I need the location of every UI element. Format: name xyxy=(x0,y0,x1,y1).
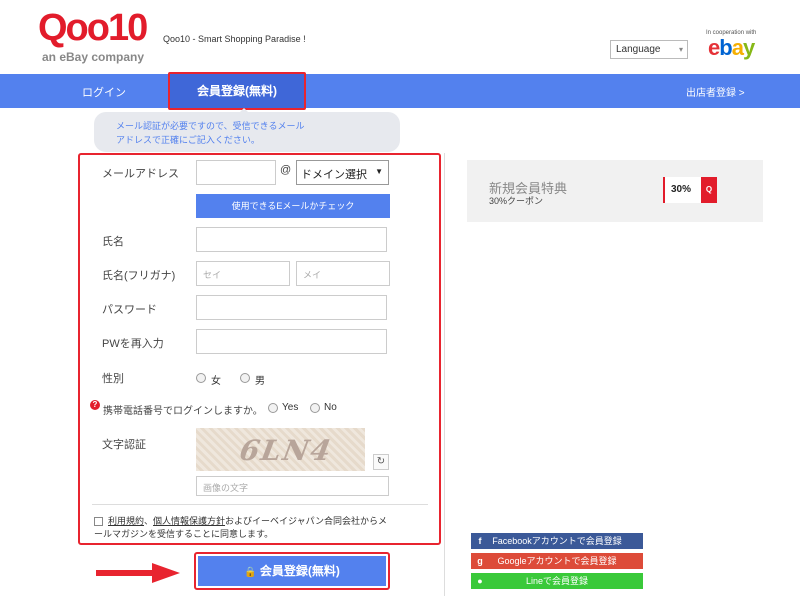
kana-sei-input[interactable]: セイ xyxy=(196,261,290,286)
logo-subtitle: an eBay company xyxy=(42,50,145,64)
tab-login[interactable]: ログイン xyxy=(82,84,126,100)
register-submit-button[interactable]: 🔒 会員登録(無料) xyxy=(198,556,386,586)
privacy-link[interactable]: 個人情報保護方針 xyxy=(153,516,225,526)
kana-mei-input[interactable]: メイ xyxy=(296,261,390,286)
google-signup-button[interactable]: g Googleアカウントで会員登録 xyxy=(471,553,643,569)
name-label: 氏名 xyxy=(102,236,124,248)
form-divider xyxy=(92,504,428,505)
arrow-right-icon xyxy=(96,563,180,583)
gender-label: 性別 xyxy=(102,373,124,385)
gender-male-radio[interactable] xyxy=(240,373,250,383)
language-select[interactable]: Language ▾ xyxy=(610,40,688,59)
at-sign: @ xyxy=(280,164,292,176)
captcha-label: 文字認証 xyxy=(102,439,146,451)
tab-register[interactable]: 会員登録(無料) xyxy=(168,72,306,110)
password-confirm-input[interactable] xyxy=(196,329,387,354)
captcha-input[interactable]: 画像の文字 xyxy=(196,476,389,496)
phone-login-yes-radio[interactable] xyxy=(268,403,278,413)
check-email-button[interactable]: 使用できるEメールかチェック xyxy=(196,194,390,218)
password-confirm-label: PWを再入力 xyxy=(102,338,164,350)
domain-select-value: ドメイン選択 xyxy=(301,169,367,181)
submit-frame: 🔒 会員登録(無料) xyxy=(194,552,390,590)
submit-label: 会員登録(無料) xyxy=(259,564,340,578)
name-input[interactable] xyxy=(196,227,387,252)
facebook-icon: f xyxy=(478,536,482,546)
benefit-subtitle: 30%クーポン xyxy=(489,196,544,206)
password-label: パスワード xyxy=(102,304,157,316)
benefit-panel: 新規会員特典 30%クーポン 30% Q xyxy=(467,160,763,222)
gender-female-label: 女 xyxy=(211,376,221,387)
lock-icon: 🔒 xyxy=(244,567,257,578)
agree-text: 利用規約、個人情報保護方針およびイーベイジャパン合同会社からメールマガジンを受信… xyxy=(94,515,394,541)
phone-login-question: 携帯電話番号でログインしますか。 xyxy=(103,406,263,417)
phone-login-yes-label: Yes xyxy=(282,402,299,413)
qoo10-q-icon: Q xyxy=(701,177,717,203)
phone-login-no-label: No xyxy=(324,402,337,413)
line-signup-label: Lineで会員登録 xyxy=(525,576,589,586)
gender-male-label: 男 xyxy=(255,376,265,387)
captcha-text: 6LN4 xyxy=(237,434,336,467)
email-local-input[interactable] xyxy=(196,160,276,185)
chevron-down-icon: ▾ xyxy=(678,45,683,54)
domain-select[interactable]: ドメイン選択 ▼ xyxy=(296,160,389,185)
caret-down-icon: ▼ xyxy=(375,167,383,176)
qoo10-logo[interactable]: Qoo10 an eBay company xyxy=(38,8,158,66)
kana-label: 氏名(フリガナ) xyxy=(102,270,176,282)
seller-registration-link[interactable]: 出店者登録 > xyxy=(686,84,745,99)
language-select-label: Language xyxy=(616,44,661,55)
column-divider xyxy=(444,153,445,596)
logo-wordmark: Qoo10 xyxy=(38,7,148,49)
captcha-image: 6LN4 xyxy=(196,428,365,471)
refresh-captcha-icon[interactable]: ↻ xyxy=(373,454,389,470)
facebook-signup-button[interactable]: f Facebookアカウントで会員登録 xyxy=(471,533,643,549)
notice-line-1: メール認証が必要ですので、受信できるメール xyxy=(116,121,305,131)
main-nav: ログイン 会員登録(無料) 出店者登録 > xyxy=(0,72,800,110)
gender-female-radio[interactable] xyxy=(196,373,206,383)
notice-line-2: アドレスで正確にご記入ください。 xyxy=(116,135,260,145)
coupon-badge: 30% Q xyxy=(663,177,717,203)
google-icon: g xyxy=(477,556,483,566)
google-signup-label: Googleアカウントで会員登録 xyxy=(497,556,617,566)
line-icon: ● xyxy=(477,576,483,586)
question-icon[interactable]: ? xyxy=(90,400,100,410)
terms-link[interactable]: 利用規約 xyxy=(108,516,144,526)
header: Qoo10 an eBay company Qoo10 - Smart Shop… xyxy=(0,0,800,74)
facebook-signup-label: Facebookアカウントで会員登録 xyxy=(492,536,622,546)
coupon-value: 30% xyxy=(671,184,692,195)
email-label: メールアドレス xyxy=(102,168,179,180)
agree-separator: 、 xyxy=(144,516,154,526)
password-input[interactable] xyxy=(196,295,387,320)
email-notice: メール認証が必要ですので、受信できるメール アドレスで正確にご記入ください。 xyxy=(94,112,400,152)
registration-page: Qoo10 an eBay company Qoo10 - Smart Shop… xyxy=(0,0,800,596)
phone-login-no-radio[interactable] xyxy=(310,403,320,413)
line-signup-button[interactable]: ● Lineで会員登録 xyxy=(471,573,643,589)
ebay-logo: ebay xyxy=(708,35,755,60)
tagline: Qoo10 - Smart Shopping Paradise ! xyxy=(163,34,306,44)
